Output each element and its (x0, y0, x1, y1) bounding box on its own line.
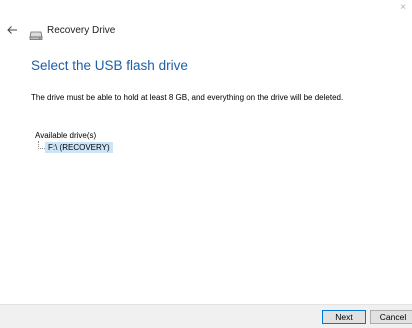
tree-connector (38, 141, 45, 149)
cancel-button[interactable]: Cancel (370, 310, 412, 324)
page-title: Select the USB flash drive (31, 58, 188, 73)
recovery-drive-window: × Recovery Drive Select the USB flash dr… (0, 0, 412, 328)
available-drives-label: Available drive(s) (35, 131, 97, 140)
description-text: The drive must be able to hold at least … (31, 93, 344, 102)
back-button[interactable] (6, 24, 20, 38)
title-bar: Recovery Drive (0, 22, 412, 42)
drive-icon (29, 27, 43, 40)
window-title: Recovery Drive (47, 25, 116, 36)
back-arrow-icon (7, 26, 17, 34)
drive-list-item[interactable]: F:\ (RECOVERY) (45, 142, 113, 153)
next-button[interactable]: Next (322, 310, 366, 324)
footer-bar: Next Cancel (0, 304, 412, 328)
close-button[interactable]: × (398, 2, 408, 14)
